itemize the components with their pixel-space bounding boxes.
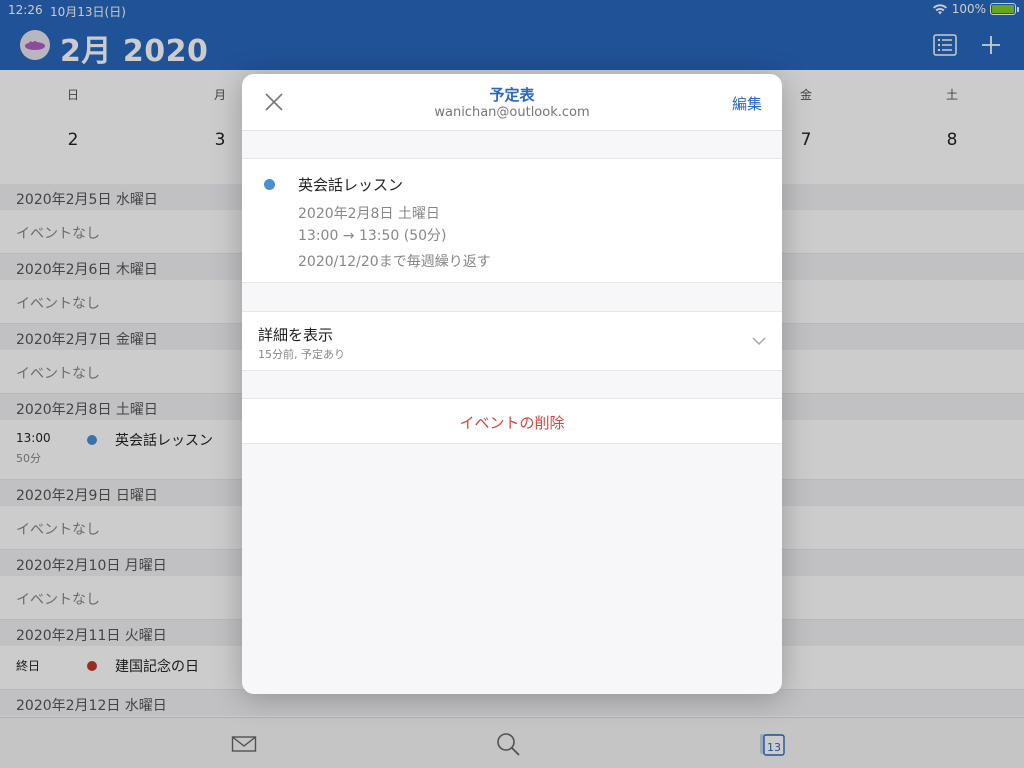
event-info-card: 英会話レッスン 2020年2月8日 土曜日 13:00 → 13:50 (50分… (242, 158, 782, 283)
event-recurrence: 2020/12/20まで毎週繰り返す (298, 254, 491, 270)
delete-event-label: イベントの削除 (459, 414, 565, 432)
details-title: 詳細を表示 (258, 326, 334, 344)
modal-title: 予定表 (489, 86, 535, 104)
chevron-down-icon (752, 337, 766, 346)
delete-event-button[interactable]: イベントの削除 (242, 398, 782, 444)
event-color-dot (264, 179, 275, 190)
show-details-row[interactable]: 詳細を表示 15分前, 予定あり (242, 311, 782, 371)
event-title: 英会話レッスン (298, 176, 404, 194)
modal-header: 予定表 wanichan@outlook.com 編集 (242, 74, 782, 131)
app-window: 12:26 10月13日(日) 100% 2月 2020 日 2 月 3 金 7… (0, 0, 1024, 768)
details-subtitle: 15分前, 予定あり (258, 348, 345, 361)
event-time-range: 13:00 → 13:50 (50分) (298, 228, 447, 244)
account-email: wanichan@outlook.com (434, 105, 590, 120)
event-date: 2020年2月8日 土曜日 (298, 206, 440, 222)
event-detail-modal: 予定表 wanichan@outlook.com 編集 英会話レッスン 2020… (242, 74, 782, 694)
edit-button[interactable]: 編集 (732, 93, 762, 114)
